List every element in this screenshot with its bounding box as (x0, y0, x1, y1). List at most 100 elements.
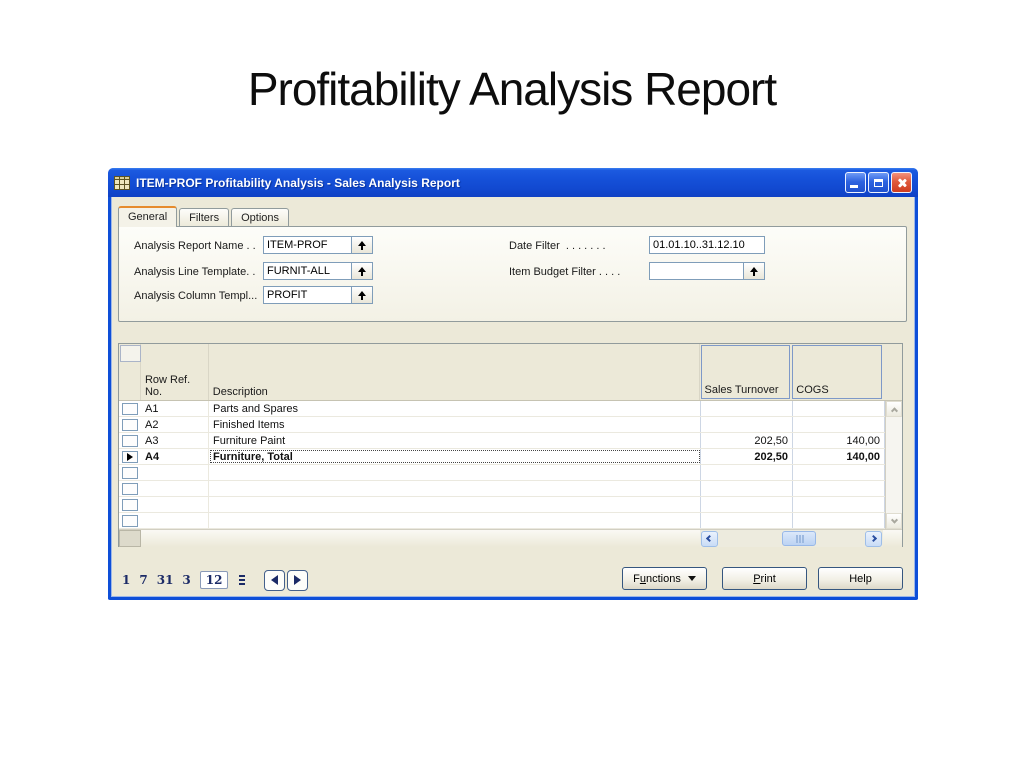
tab-strip: General Filters Options (118, 206, 291, 227)
tab-general[interactable]: General (118, 206, 178, 227)
print-button[interactable]: Print (722, 567, 807, 590)
item-budget-filter-fieldbox (649, 262, 765, 280)
cell-cogs[interactable] (793, 417, 885, 432)
period-month-button[interactable]: 31 (157, 573, 174, 587)
analysis-column-template-input[interactable] (264, 287, 351, 303)
cell-cogs[interactable] (793, 401, 885, 416)
period-quarter-button[interactable]: 3 (182, 573, 190, 587)
window-title: ITEM-PROF Profitability Analysis - Sales… (136, 175, 460, 190)
cell-row-ref[interactable]: A3 (141, 433, 209, 448)
table-row-empty[interactable] (119, 513, 885, 529)
analysis-column-template-lookup-button[interactable] (351, 287, 372, 303)
table-row-a4-selected[interactable]: A4 Furniture, Total 202,50 140,00 (119, 449, 885, 465)
analysis-column-template-label: Analysis Column Templ... (134, 290, 258, 302)
select-all-cell[interactable] (119, 344, 141, 400)
chevron-down-icon (890, 516, 898, 524)
analysis-report-name-fieldbox (263, 236, 373, 254)
row-selector[interactable] (119, 449, 141, 464)
item-budget-filter-input[interactable] (650, 263, 743, 279)
v-scrollbar-up-button[interactable] (886, 401, 902, 417)
row-selector[interactable] (119, 481, 141, 496)
analysis-report-name-input[interactable] (264, 237, 351, 253)
tab-filters[interactable]: Filters (179, 208, 230, 227)
column-header-cogs[interactable]: COGS (791, 344, 883, 400)
row-selector[interactable] (119, 401, 141, 416)
table-row-empty[interactable] (119, 497, 885, 513)
analysis-report-name-label: Analysis Report Name . . (134, 240, 256, 252)
functions-button[interactable]: Functions (622, 567, 707, 590)
window-titlebar[interactable]: ITEM-PROF Profitability Analysis - Sales… (108, 168, 918, 197)
item-budget-filter-label: Item Budget Filter . . . . (509, 266, 621, 278)
arrow-left-icon (271, 575, 279, 585)
chevron-up-icon (890, 406, 898, 414)
cell-row-ref[interactable]: A4 (141, 449, 209, 464)
header-corner-cell (883, 344, 902, 400)
vertical-scrollbar[interactable] (885, 401, 902, 529)
item-budget-filter-lookup-button[interactable] (743, 263, 764, 279)
period-day-button[interactable]: 1 (122, 573, 130, 587)
minimize-button[interactable] (845, 172, 866, 193)
chevron-left-icon (705, 534, 713, 543)
table-icon (114, 175, 130, 190)
v-scrollbar-down-button[interactable] (886, 513, 902, 529)
table-row-a3[interactable]: A3 Furniture Paint 202,50 140,00 (119, 433, 885, 449)
cell-sales-turnover[interactable]: 202,50 (701, 433, 793, 448)
date-filter-label: Date Filter . . . . . . . (509, 240, 606, 252)
current-row-arrow-icon (127, 452, 133, 461)
arrow-right-icon (294, 575, 302, 585)
minimize-icon (850, 185, 858, 188)
cell-description[interactable]: Parts and Spares (209, 401, 701, 416)
lookup-arrow-icon (357, 266, 367, 276)
table-row-a1[interactable]: A1 Parts and Spares (119, 401, 885, 417)
cell-cogs[interactable]: 140,00 (793, 449, 885, 464)
h-scrollbar-left-button[interactable] (700, 530, 718, 547)
date-filter-input[interactable] (650, 237, 764, 253)
tab-options[interactable]: Options (231, 208, 290, 227)
date-filter-fieldbox (649, 236, 765, 254)
row-selector[interactable] (119, 417, 141, 432)
cell-sales-turnover[interactable] (701, 401, 793, 416)
page-title: Profitability Analysis Report (247, 63, 777, 115)
analysis-line-template-label: Analysis Line Template. . (134, 266, 256, 278)
slide: Profitability Analysis Report ITEM-PROF … (0, 0, 1024, 768)
analysis-column-template-fieldbox (263, 286, 373, 304)
table-row-empty[interactable] (119, 465, 885, 481)
previous-period-button[interactable] (264, 569, 286, 591)
cell-sales-turnover[interactable]: 202,50 (701, 449, 793, 464)
help-button[interactable]: Help (818, 567, 903, 590)
column-header-row-ref-no: Row Ref. No. (141, 344, 209, 400)
close-button[interactable] (891, 172, 912, 193)
h-scrollbar-thumb[interactable] (782, 531, 817, 546)
analysis-line-template-input[interactable] (264, 263, 351, 279)
table-header-row: Row Ref. No. Description Sales Turnover C… (119, 344, 902, 401)
cell-row-ref[interactable]: A1 (141, 401, 209, 416)
analysis-line-template-lookup-button[interactable] (351, 263, 372, 279)
accounting-period-icon[interactable] (239, 579, 246, 581)
row-selector[interactable] (119, 497, 141, 512)
cell-description[interactable]: Finished Items (209, 417, 701, 432)
cell-description[interactable]: Furniture, Total (209, 449, 701, 464)
next-period-button[interactable] (287, 569, 309, 591)
general-tab-panel: Analysis Report Name . . Analysis Line T… (118, 226, 907, 322)
table-row-a2[interactable]: A2 Finished Items (119, 417, 885, 433)
h-scrollbar-right-button[interactable] (865, 530, 883, 547)
period-bar: 1 7 31 3 12 (122, 569, 309, 591)
cell-cogs[interactable]: 140,00 (793, 433, 885, 448)
chevron-right-icon (870, 534, 878, 543)
cell-sales-turnover[interactable] (701, 417, 793, 432)
row-selector[interactable] (119, 465, 141, 480)
functions-button-label: Functions (633, 572, 681, 585)
column-header-sales-turnover[interactable]: Sales Turnover (700, 344, 792, 400)
cell-description[interactable]: Furniture Paint (209, 433, 701, 448)
row-selector[interactable] (119, 513, 141, 528)
maximize-button[interactable] (868, 172, 889, 193)
horizontal-scrollbar[interactable] (699, 530, 884, 547)
analysis-lines-table: Row Ref. No. Description Sales Turnover C… (118, 343, 903, 547)
row-selector[interactable] (119, 433, 141, 448)
table-row-empty[interactable] (119, 481, 885, 497)
period-year-button-selected[interactable]: 12 (199, 571, 229, 589)
cell-row-ref[interactable]: A2 (141, 417, 209, 432)
period-week-button[interactable]: 7 (139, 573, 147, 587)
analysis-report-name-lookup-button[interactable] (351, 237, 372, 253)
close-icon (896, 177, 908, 189)
